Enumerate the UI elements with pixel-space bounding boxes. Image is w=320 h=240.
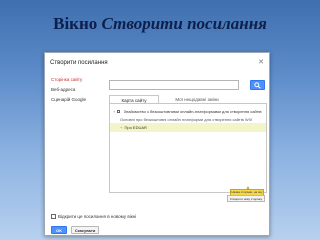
tree-row-label: Знайомство з безкоштовними онлайн-платфо…	[123, 109, 262, 114]
nav-item-site-page[interactable]: Сторінка сайту	[51, 77, 86, 82]
ok-button[interactable]: OK	[51, 226, 67, 234]
expand-icon[interactable]: +	[120, 125, 122, 130]
slide-title-italic: Створити посилання	[101, 14, 267, 33]
search-button[interactable]	[250, 80, 265, 90]
new-window-label: Відкрити це посилання в новому вікні	[58, 214, 137, 219]
dialog-title: Створити посилання	[50, 60, 108, 66]
slide-title: Вікно Створити посилання	[0, 14, 320, 34]
sitemap-tree: + Знайомство з безкоштовними онлайн-плат…	[109, 103, 267, 201]
tree-row-label: Про EDUAR	[124, 125, 147, 130]
cancel-button[interactable]: Скасувати	[71, 226, 99, 234]
slide-title-plain: Вікно	[53, 14, 102, 33]
open-in-new-window-option: Відкрити це посилання в новому вікні	[51, 214, 137, 220]
tree-row-label: Основні про безкоштовні онлайн платформи…	[120, 117, 253, 122]
create-new-page-button[interactable]: Створити нову сторінку	[227, 195, 265, 202]
create-link-dialog: Створити посилання ✕ Сторінка сайту Веб-…	[44, 52, 270, 236]
search-input[interactable]	[109, 80, 239, 90]
expand-icon[interactable]: +	[113, 109, 115, 114]
page-icon	[117, 110, 121, 114]
tree-row-selected[interactable]: + Про EDUAR	[110, 123, 266, 132]
new-window-checkbox[interactable]	[51, 214, 56, 220]
nav-item-google-script[interactable]: Сценарій Google	[51, 97, 86, 102]
close-icon[interactable]: ✕	[258, 58, 264, 66]
search-icon	[254, 82, 261, 89]
link-type-nav: Сторінка сайту Веб-адреса Сценарій Googl…	[51, 77, 86, 107]
nav-item-web-address[interactable]: Веб-адреса	[51, 87, 86, 92]
